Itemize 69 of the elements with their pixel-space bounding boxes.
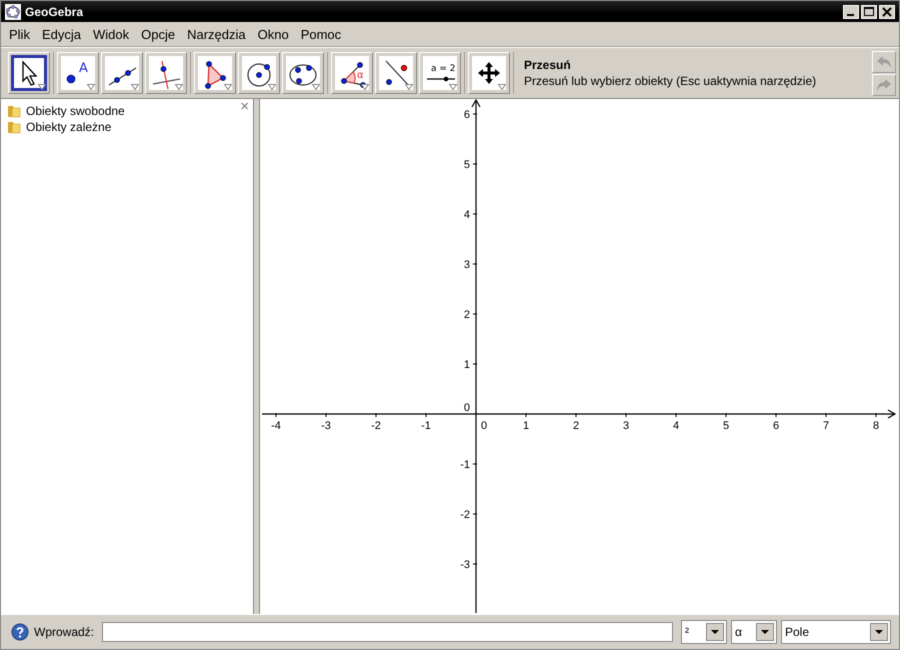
axis-label: -3 (321, 420, 331, 432)
axis-label: 4 (672, 420, 680, 432)
window-title: GeoGebra (25, 4, 84, 18)
tool-button[interactable] (238, 52, 280, 94)
dropdown[interactable]: ² (681, 620, 727, 644)
menu-item[interactable]: Narzędzia (181, 26, 252, 42)
tool-button[interactable] (282, 52, 324, 94)
tool-button[interactable] (375, 52, 417, 94)
tool-button[interactable] (8, 52, 50, 94)
tool-button[interactable] (194, 52, 236, 94)
input-field[interactable] (102, 622, 673, 642)
menu-item[interactable]: Edycja (36, 26, 87, 42)
dropdown-triangle-icon (405, 84, 413, 90)
app-logo-icon (5, 4, 21, 20)
close-panel-button[interactable]: × (240, 99, 249, 115)
axis-label: 1 (522, 420, 530, 432)
close-icon[interactable] (879, 4, 895, 18)
axis-label: 2 (572, 420, 580, 432)
axis-label: -2 (371, 420, 381, 432)
axis-label: -1 (421, 420, 431, 432)
dropdown-triangle-icon (87, 84, 95, 90)
axis-label: -3 (460, 559, 470, 571)
help-icon[interactable] (11, 623, 29, 641)
dropdown-triangle-icon (449, 84, 457, 90)
tree-item[interactable]: Obiekty zależne (26, 120, 112, 134)
dropdown-triangle-icon (175, 84, 183, 90)
menu-item[interactable]: Widok (86, 26, 136, 42)
dropdown-triangle-icon (38, 84, 46, 90)
axis-label: 5 (722, 420, 730, 432)
axis-label: 5 (464, 159, 470, 171)
undo-icon (876, 54, 892, 68)
axis-label: -4 (271, 420, 281, 432)
dropdown-triangle-icon (498, 84, 506, 90)
input-label: Wprowadź: (34, 625, 94, 639)
axis-label: 7 (822, 420, 830, 432)
menu-item[interactable]: Pomoc (294, 26, 348, 42)
axis-label: 6 (464, 109, 470, 121)
axis-label: -2 (460, 509, 470, 521)
axis-label: 8 (872, 420, 880, 432)
dropdown-triangle-icon (131, 84, 139, 90)
dropdown-triangle-icon (361, 84, 369, 90)
dropdown-triangle-icon (224, 84, 232, 90)
menu-item[interactable]: Plik (3, 26, 36, 42)
dropdown-triangle-icon (312, 84, 320, 90)
dropdown[interactable]: α (731, 620, 777, 644)
axis-label: 2 (464, 309, 470, 321)
maximize-icon[interactable] (861, 4, 877, 18)
axis-label: 3 (622, 420, 630, 432)
tree-item[interactable]: Obiekty swobodne (26, 104, 125, 118)
dropdown-triangle-icon (268, 84, 276, 90)
axis-label: 6 (772, 420, 780, 432)
axis-label: 0 (464, 402, 470, 414)
axis-label: 1 (464, 359, 470, 371)
folder-icon (7, 120, 21, 134)
menu-item[interactable]: Okno (252, 26, 295, 42)
dropdown[interactable]: Pole (781, 620, 891, 644)
tool-name: Przesuń (524, 58, 572, 72)
menu-item[interactable]: Opcje (135, 26, 182, 42)
axis-label: -1 (460, 459, 470, 471)
axis-label: 3 (464, 259, 470, 271)
tool-button[interactable] (468, 52, 510, 94)
axis-label: 4 (464, 209, 470, 221)
redo-icon (876, 78, 892, 92)
folder-icon (7, 104, 21, 118)
tool-button[interactable] (101, 52, 143, 94)
tool-button[interactable] (145, 52, 187, 94)
tool-description: Przesuń lub wybierz obiekty (Esc uaktywnia narzędzie) (524, 74, 818, 88)
minimize-icon[interactable] (843, 4, 859, 18)
axis-label: 0 (480, 420, 488, 432)
